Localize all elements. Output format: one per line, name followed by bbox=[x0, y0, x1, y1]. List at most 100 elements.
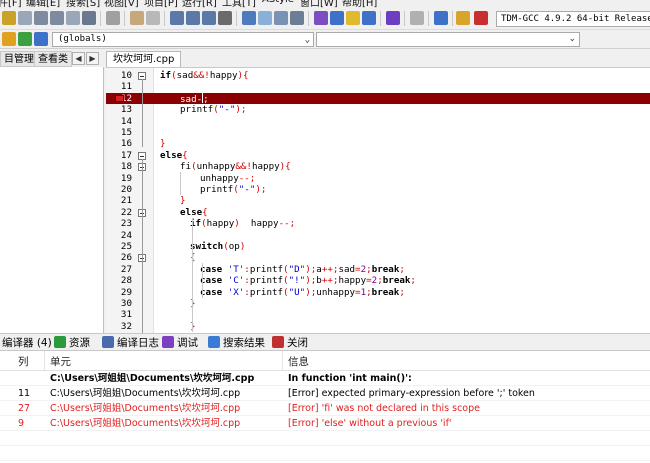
redo-icon[interactable] bbox=[146, 11, 160, 25]
code-line[interactable]: 16} bbox=[106, 138, 650, 149]
line-number[interactable]: 28 bbox=[106, 275, 132, 286]
compiler-select[interactable]: TDM-GCC 4.9.2 64-bit Release bbox=[496, 11, 650, 27]
line-number[interactable]: 21 bbox=[106, 195, 132, 206]
toggle-bookmark-icon[interactable] bbox=[290, 11, 304, 25]
replace-icon[interactable] bbox=[186, 11, 200, 25]
line-number[interactable]: 15 bbox=[106, 127, 132, 138]
code-line[interactable]: 28 case 'C':printf("!");b++;happy=2;break… bbox=[106, 275, 650, 286]
line-number[interactable]: 18 bbox=[106, 161, 132, 172]
code-line[interactable]: 24 bbox=[106, 230, 650, 241]
run-icon[interactable] bbox=[330, 11, 344, 25]
menu-item[interactable]: 项目[P] bbox=[144, 0, 178, 8]
code-line[interactable]: 14 bbox=[106, 116, 650, 127]
line-number[interactable]: 22 bbox=[106, 207, 132, 218]
menu-item[interactable]: 帮助[H] bbox=[342, 0, 377, 8]
line-number[interactable]: 14 bbox=[106, 116, 132, 127]
code-line[interactable]: 27 case 'T':printf("D");a++;sad=2;break; bbox=[106, 264, 650, 275]
line-number[interactable]: 20 bbox=[106, 184, 132, 195]
check-syntax-icon[interactable] bbox=[386, 11, 400, 25]
bottom-tab-2[interactable]: 编译日志 bbox=[102, 335, 159, 351]
code-line[interactable]: 10 if(sad&&!happy){ bbox=[106, 70, 650, 81]
menu-item[interactable]: 窗口[W] bbox=[300, 0, 338, 8]
table-row[interactable]: 9 C:\Users\珂姐姐\Documents\坎坎坷坷.cpp [Error] … bbox=[0, 416, 650, 431]
table-row[interactable]: 27 C:\Users\珂姐姐\Documents\坎坎坷坷.cpp [Error]… bbox=[0, 401, 650, 416]
delete-profile-icon[interactable] bbox=[474, 11, 488, 25]
bottom-tab-0[interactable]: 编译器 (4) bbox=[2, 335, 52, 351]
code-line-error[interactable]: 12 sad-; bbox=[106, 92, 650, 105]
menu-item[interactable]: 运行[R] bbox=[182, 0, 217, 8]
line-number[interactable]: 19 bbox=[106, 173, 132, 184]
save-all-icon[interactable] bbox=[50, 11, 64, 25]
table-row[interactable]: C:\Users\珂姐姐\Documents\坎坎坷坷.cpp In functi… bbox=[0, 371, 650, 386]
code-line[interactable]: 23 if(happy) happy--; bbox=[106, 218, 650, 229]
line-number[interactable]: 31 bbox=[106, 309, 132, 320]
menu-item[interactable]: 视图[V] bbox=[104, 0, 139, 8]
code-line[interactable]: 25 switch(op) bbox=[106, 241, 650, 252]
line-number[interactable]: 13 bbox=[106, 104, 132, 115]
line-number[interactable]: 24 bbox=[106, 230, 132, 241]
menu-item[interactable]: 搜索[S] bbox=[66, 0, 100, 8]
code-line[interactable]: 31 bbox=[106, 309, 650, 320]
code-line[interactable]: 13 printf("-"); bbox=[106, 104, 650, 115]
code-line[interactable]: 20 printf("-"); bbox=[106, 184, 650, 195]
code-line[interactable]: 21} bbox=[106, 195, 650, 206]
column-header-unit[interactable]: 单元 bbox=[50, 354, 71, 369]
line-number[interactable]: 26 bbox=[106, 252, 132, 263]
code-line[interactable]: 18 fi(unhappy&&!happy){ bbox=[106, 161, 650, 172]
code-line[interactable]: 30} bbox=[106, 298, 650, 309]
line-number[interactable]: 16 bbox=[106, 138, 132, 149]
editor-file-tab[interactable]: 坎坎坷坷.cpp bbox=[106, 51, 182, 67]
code-line[interactable]: 29 case 'X':printf("U");unhappy=1;break; bbox=[106, 287, 650, 298]
tab-project-manager[interactable]: 目管理 bbox=[0, 51, 38, 67]
remove-from-project-icon[interactable] bbox=[258, 11, 272, 25]
menu-item[interactable]: 编辑[E] bbox=[26, 0, 60, 8]
code-line[interactable]: 32} bbox=[106, 321, 650, 332]
tab-class-browser[interactable]: 查看类 bbox=[34, 51, 72, 67]
line-number[interactable]: 11 bbox=[106, 81, 132, 92]
table-row[interactable]: 11 C:\Users\珂姐姐\Documents\坎坎坷坷.cpp [Error]… bbox=[0, 386, 650, 401]
open-icon[interactable] bbox=[18, 11, 32, 25]
new-file-icon[interactable] bbox=[2, 11, 16, 25]
column-header-info[interactable]: 信息 bbox=[288, 354, 309, 369]
profile-icon[interactable] bbox=[456, 11, 470, 25]
menu-item[interactable]: AStyle bbox=[262, 0, 294, 5]
tab-scroll-left-icon[interactable]: ◀ bbox=[72, 52, 85, 65]
print-icon[interactable] bbox=[82, 11, 96, 25]
bottom-tab-1[interactable]: 资源 bbox=[54, 335, 90, 351]
tab-scroll-right-icon[interactable]: ▶ bbox=[86, 52, 99, 65]
compile-icon[interactable] bbox=[314, 11, 328, 25]
bottom-tab-4[interactable]: 搜索结果 bbox=[208, 335, 265, 351]
line-number[interactable]: 25 bbox=[106, 241, 132, 252]
code-line[interactable]: 11 bbox=[106, 81, 650, 92]
code-line[interactable]: 22 else{ bbox=[106, 207, 650, 218]
scope-select[interactable]: (globals) ⌄ bbox=[52, 32, 314, 47]
project-options-icon[interactable] bbox=[274, 11, 288, 25]
column-header-col[interactable]: 列 bbox=[18, 354, 29, 369]
line-number[interactable]: 27 bbox=[106, 264, 132, 275]
code-line[interactable]: 26{ bbox=[106, 252, 650, 263]
compile-run-icon[interactable] bbox=[346, 11, 360, 25]
bookmark-icon[interactable] bbox=[34, 32, 48, 46]
line-number[interactable]: 10 bbox=[106, 70, 132, 81]
line-number[interactable]: 23 bbox=[106, 218, 132, 229]
line-number[interactable]: 32 bbox=[106, 321, 132, 332]
add-to-project-icon[interactable] bbox=[242, 11, 256, 25]
save-icon[interactable] bbox=[34, 11, 48, 25]
column-divider[interactable] bbox=[44, 351, 45, 371]
insert-icon[interactable] bbox=[2, 32, 16, 46]
bottom-tab-5[interactable]: 关闭 bbox=[272, 335, 308, 351]
code-line[interactable]: 17 else{ bbox=[106, 150, 650, 161]
find-icon[interactable] bbox=[170, 11, 184, 25]
close-file-icon[interactable] bbox=[66, 11, 80, 25]
function-select[interactable]: ⌄ bbox=[316, 32, 580, 47]
goto-icon[interactable] bbox=[18, 32, 32, 46]
code-editor[interactable]: 10 if(sad&&!happy){11 12 sad-; 13 printf("-")… bbox=[106, 67, 650, 333]
bottom-tab-3[interactable]: 调试 bbox=[162, 335, 198, 351]
line-number[interactable]: 30 bbox=[106, 298, 132, 309]
menu-item[interactable]: 工具[T] bbox=[222, 0, 256, 8]
rebuild-icon[interactable] bbox=[362, 11, 376, 25]
cut-icon[interactable] bbox=[106, 11, 120, 25]
debug-icon[interactable] bbox=[434, 11, 448, 25]
line-number[interactable]: 17 bbox=[106, 150, 132, 161]
goto-line-icon[interactable] bbox=[218, 11, 232, 25]
